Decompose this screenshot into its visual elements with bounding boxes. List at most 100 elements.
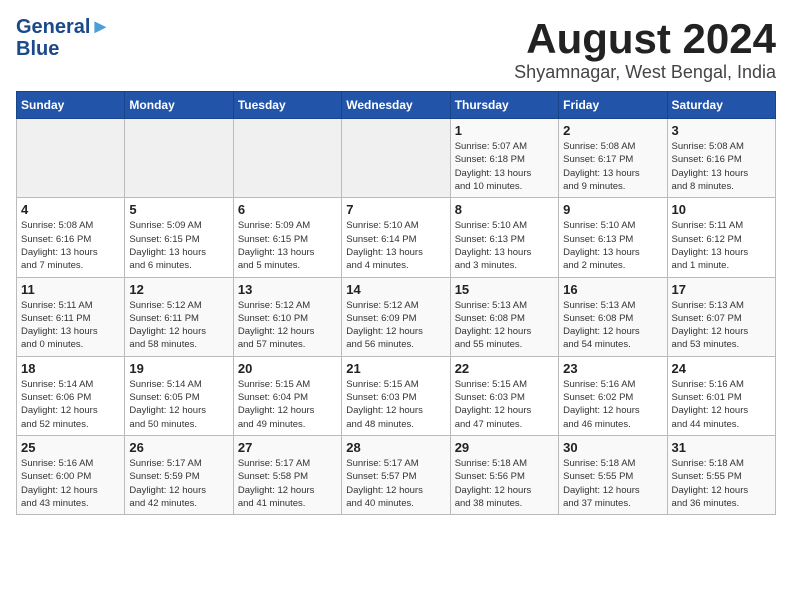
- day-number: 9: [563, 202, 662, 217]
- day-number: 12: [129, 282, 228, 297]
- day-info: Sunrise: 5:17 AM Sunset: 5:58 PM Dayligh…: [238, 457, 337, 510]
- day-number: 31: [672, 440, 771, 455]
- calendar-cell: [233, 119, 341, 198]
- calendar-cell: 9 Sunrise: 5:10 AM Sunset: 6:13 PM Daylig…: [559, 198, 667, 277]
- day-info: Sunrise: 5:18 AM Sunset: 5:56 PM Dayligh…: [455, 457, 554, 510]
- calendar-cell: 24 Sunrise: 5:16 AM Sunset: 6:01 PM Dayli…: [667, 356, 775, 435]
- day-info: Sunrise: 5:16 AM Sunset: 6:02 PM Dayligh…: [563, 378, 662, 431]
- day-info: Sunrise: 5:12 AM Sunset: 6:09 PM Dayligh…: [346, 299, 445, 352]
- day-number: 29: [455, 440, 554, 455]
- day-info: Sunrise: 5:13 AM Sunset: 6:08 PM Dayligh…: [563, 299, 662, 352]
- calendar-cell: 25 Sunrise: 5:16 AM Sunset: 6:00 PM Dayli…: [17, 435, 125, 514]
- calendar-cell: 19 Sunrise: 5:14 AM Sunset: 6:05 PM Dayli…: [125, 356, 233, 435]
- logo: General► Blue: [16, 16, 110, 60]
- day-number: 16: [563, 282, 662, 297]
- calendar-header-sunday: Sunday: [17, 92, 125, 119]
- calendar-cell: 20Sunrise: 5:15 AM Sunset: 6:04 PM Dayli…: [233, 356, 341, 435]
- day-info: Sunrise: 5:17 AM Sunset: 5:59 PM Dayligh…: [129, 457, 228, 510]
- day-info: Sunrise: 5:10 AM Sunset: 6:13 PM Dayligh…: [563, 219, 662, 272]
- day-number: 18: [21, 361, 120, 376]
- calendar-cell: 3 Sunrise: 5:08 AM Sunset: 6:16 PM Daylig…: [667, 119, 775, 198]
- calendar-week-row: 18 Sunrise: 5:14 AM Sunset: 6:06 PM Dayli…: [17, 356, 776, 435]
- day-info: Sunrise: 5:14 AM Sunset: 6:05 PM Dayligh…: [129, 378, 228, 431]
- calendar-header-monday: Monday: [125, 92, 233, 119]
- day-info: Sunrise: 5:13 AM Sunset: 6:08 PM Dayligh…: [455, 299, 554, 352]
- calendar-week-row: 11 Sunrise: 5:11 AM Sunset: 6:11 PM Dayli…: [17, 277, 776, 356]
- calendar-header-tuesday: Tuesday: [233, 92, 341, 119]
- calendar-cell: 6 Sunrise: 5:09 AM Sunset: 6:15 PM Daylig…: [233, 198, 341, 277]
- calendar-cell: [125, 119, 233, 198]
- calendar-cell: 7Sunrise: 5:10 AM Sunset: 6:14 PM Daylig…: [342, 198, 450, 277]
- calendar-cell: [17, 119, 125, 198]
- calendar-cell: 28Sunrise: 5:17 AM Sunset: 5:57 PM Dayli…: [342, 435, 450, 514]
- day-info: Sunrise: 5:14 AM Sunset: 6:06 PM Dayligh…: [21, 378, 120, 431]
- day-info: Sunrise: 5:09 AM Sunset: 6:15 PM Dayligh…: [238, 219, 337, 272]
- calendar-cell: 31 Sunrise: 5:18 AM Sunset: 5:55 PM Dayli…: [667, 435, 775, 514]
- day-number: 13: [238, 282, 337, 297]
- day-info: Sunrise: 5:16 AM Sunset: 6:01 PM Dayligh…: [672, 378, 771, 431]
- calendar-cell: 13 Sunrise: 5:12 AM Sunset: 6:10 PM Dayli…: [233, 277, 341, 356]
- day-info: Sunrise: 5:08 AM Sunset: 6:16 PM Dayligh…: [672, 140, 771, 193]
- day-info: Sunrise: 5:12 AM Sunset: 6:10 PM Dayligh…: [238, 299, 337, 352]
- day-info: Sunrise: 5:11 AM Sunset: 6:12 PM Dayligh…: [672, 219, 771, 272]
- calendar-cell: 17 Sunrise: 5:13 AM Sunset: 6:07 PM Dayli…: [667, 277, 775, 356]
- calendar-cell: 5 Sunrise: 5:09 AM Sunset: 6:15 PM Daylig…: [125, 198, 233, 277]
- day-info: Sunrise: 5:10 AM Sunset: 6:14 PM Dayligh…: [346, 219, 445, 272]
- location-subtitle: Shyamnagar, West Bengal, India: [514, 62, 776, 83]
- day-number: 20: [238, 361, 337, 376]
- calendar-cell: 15Sunrise: 5:13 AM Sunset: 6:08 PM Dayli…: [450, 277, 558, 356]
- calendar-cell: 21Sunrise: 5:15 AM Sunset: 6:03 PM Dayli…: [342, 356, 450, 435]
- day-number: 23: [563, 361, 662, 376]
- day-number: 3: [672, 123, 771, 138]
- day-number: 11: [21, 282, 120, 297]
- calendar-cell: 22 Sunrise: 5:15 AM Sunset: 6:03 PM Dayli…: [450, 356, 558, 435]
- day-number: 22: [455, 361, 554, 376]
- day-info: Sunrise: 5:18 AM Sunset: 5:55 PM Dayligh…: [672, 457, 771, 510]
- day-number: 5: [129, 202, 228, 217]
- calendar-header-row: SundayMondayTuesdayWednesdayThursdayFrid…: [17, 92, 776, 119]
- day-number: 24: [672, 361, 771, 376]
- day-number: 17: [672, 282, 771, 297]
- day-info: Sunrise: 5:12 AM Sunset: 6:11 PM Dayligh…: [129, 299, 228, 352]
- calendar-week-row: 1 Sunrise: 5:07 AM Sunset: 6:18 PM Daylig…: [17, 119, 776, 198]
- calendar-cell: 8 Sunrise: 5:10 AM Sunset: 6:13 PM Daylig…: [450, 198, 558, 277]
- day-info: Sunrise: 5:09 AM Sunset: 6:15 PM Dayligh…: [129, 219, 228, 272]
- calendar-cell: 26 Sunrise: 5:17 AM Sunset: 5:59 PM Dayli…: [125, 435, 233, 514]
- calendar-cell: 4Sunrise: 5:08 AM Sunset: 6:16 PM Daylig…: [17, 198, 125, 277]
- page-header: General► Blue August 2024 Shyamnagar, We…: [16, 16, 776, 83]
- day-number: 28: [346, 440, 445, 455]
- calendar-cell: 10Sunrise: 5:11 AM Sunset: 6:12 PM Dayli…: [667, 198, 775, 277]
- calendar-header-thursday: Thursday: [450, 92, 558, 119]
- month-year-title: August 2024: [514, 16, 776, 62]
- calendar-cell: 16 Sunrise: 5:13 AM Sunset: 6:08 PM Dayli…: [559, 277, 667, 356]
- calendar-cell: 29 Sunrise: 5:18 AM Sunset: 5:56 PM Dayli…: [450, 435, 558, 514]
- day-number: 8: [455, 202, 554, 217]
- day-number: 26: [129, 440, 228, 455]
- logo-blue: Blue: [16, 38, 110, 60]
- day-number: 14: [346, 282, 445, 297]
- day-number: 19: [129, 361, 228, 376]
- day-info: Sunrise: 5:13 AM Sunset: 6:07 PM Dayligh…: [672, 299, 771, 352]
- day-info: Sunrise: 5:10 AM Sunset: 6:13 PM Dayligh…: [455, 219, 554, 272]
- day-number: 1: [455, 123, 554, 138]
- calendar-cell: 2 Sunrise: 5:08 AM Sunset: 6:17 PM Daylig…: [559, 119, 667, 198]
- calendar-header-friday: Friday: [559, 92, 667, 119]
- day-info: Sunrise: 5:11 AM Sunset: 6:11 PM Dayligh…: [21, 299, 120, 352]
- day-info: Sunrise: 5:16 AM Sunset: 6:00 PM Dayligh…: [21, 457, 120, 510]
- calendar-cell: 30Sunrise: 5:18 AM Sunset: 5:55 PM Dayli…: [559, 435, 667, 514]
- day-number: 30: [563, 440, 662, 455]
- day-info: Sunrise: 5:07 AM Sunset: 6:18 PM Dayligh…: [455, 140, 554, 193]
- day-number: 2: [563, 123, 662, 138]
- calendar-cell: 18 Sunrise: 5:14 AM Sunset: 6:06 PM Dayli…: [17, 356, 125, 435]
- day-info: Sunrise: 5:15 AM Sunset: 6:03 PM Dayligh…: [455, 378, 554, 431]
- calendar-table: SundayMondayTuesdayWednesdayThursdayFrid…: [16, 91, 776, 515]
- day-number: 21: [346, 361, 445, 376]
- title-block: August 2024 Shyamnagar, West Bengal, Ind…: [514, 16, 776, 83]
- day-number: 6: [238, 202, 337, 217]
- logo-general: General►: [16, 16, 110, 38]
- calendar-week-row: 4Sunrise: 5:08 AM Sunset: 6:16 PM Daylig…: [17, 198, 776, 277]
- day-number: 25: [21, 440, 120, 455]
- calendar-cell: [342, 119, 450, 198]
- day-info: Sunrise: 5:08 AM Sunset: 6:17 PM Dayligh…: [563, 140, 662, 193]
- calendar-cell: 1 Sunrise: 5:07 AM Sunset: 6:18 PM Daylig…: [450, 119, 558, 198]
